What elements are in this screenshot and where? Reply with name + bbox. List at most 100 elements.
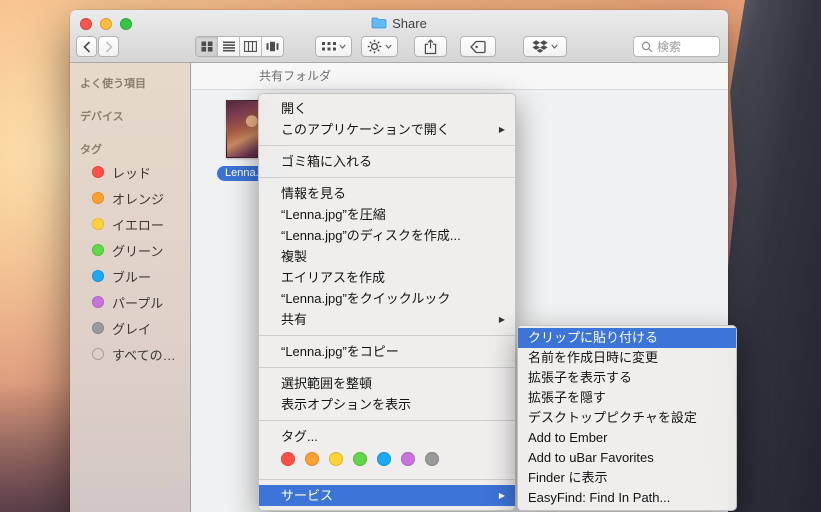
chevron-right-icon	[105, 40, 113, 53]
menu-tag-dot-red[interactable]	[281, 452, 295, 466]
menu-tag-dot-yellow[interactable]	[329, 452, 343, 466]
submenu-item-add-to-ember[interactable]: Add to Ember	[518, 428, 736, 448]
list-view-icon	[222, 41, 235, 52]
sidebar-item-tag-gray[interactable]: グレイ	[70, 315, 190, 341]
sidebar-item-tag-yellow[interactable]: イエロー	[70, 211, 190, 237]
menu-tag-dot-gray[interactable]	[425, 452, 439, 466]
share-button[interactable]	[414, 36, 447, 57]
sidebar-header-devices: デバイス	[80, 111, 124, 123]
context-menu: 開く このアプリケーションで開く ゴミ箱に入れる 情報を見る “Lenna.jp…	[258, 93, 516, 511]
menu-separator	[259, 367, 515, 368]
folder-icon	[371, 17, 387, 29]
sidebar-item-tag-red[interactable]: レッド	[70, 159, 190, 185]
menu-item-share[interactable]: 共有	[259, 309, 515, 330]
chevron-down-icon	[338, 44, 346, 49]
menu-item-burn-disc[interactable]: “Lenna.jpg”のディスクを作成...	[259, 225, 515, 246]
menu-separator	[259, 145, 515, 146]
menu-item-show-view-options[interactable]: 表示オプションを表示	[259, 394, 515, 415]
tag-label: パープル	[112, 295, 164, 311]
window-title-area: Share	[70, 15, 728, 31]
tag-label: すべての…	[112, 347, 176, 363]
submenu-item-set-desktop-picture[interactable]: デスクトップピクチャを設定	[518, 408, 736, 428]
sidebar-header-tags: タグ	[80, 144, 102, 156]
tag-dot-gray-icon	[92, 322, 104, 334]
window-title: Share	[392, 15, 427, 31]
menu-tag-dot-orange[interactable]	[305, 452, 319, 466]
tag-dot-all-icon	[92, 348, 104, 360]
share-icon	[424, 38, 437, 54]
window-chrome: Share	[70, 10, 728, 63]
menu-separator	[259, 420, 515, 421]
menu-tag-dots	[259, 447, 515, 474]
content-header: 共有フォルダ	[192, 63, 728, 90]
chevron-left-icon	[82, 40, 90, 53]
back-button[interactable]	[76, 36, 97, 57]
coverflow-view-icon	[266, 41, 279, 52]
view-switcher	[195, 36, 284, 57]
menu-item-services[interactable]: サービス	[259, 485, 515, 506]
menu-item-clean-up-selection[interactable]: 選択範囲を整頓	[259, 373, 515, 394]
menu-item-get-info[interactable]: 情報を見る	[259, 183, 515, 204]
chevron-down-icon	[551, 44, 558, 49]
tag-dot-orange-icon	[92, 192, 104, 204]
search-field[interactable]	[633, 36, 720, 57]
chevron-down-icon	[385, 44, 392, 49]
submenu-item-show-in-finder[interactable]: Finder に表示	[518, 468, 736, 488]
dropbox-button[interactable]	[523, 36, 567, 57]
tag-dot-green-icon	[92, 244, 104, 256]
tag-dot-yellow-icon	[92, 218, 104, 230]
submenu-item-show-extension[interactable]: 拡張子を表示する	[518, 368, 736, 388]
menu-tag-dot-green[interactable]	[353, 452, 367, 466]
tag-label: オレンジ	[112, 191, 165, 207]
tag-label: グレイ	[112, 321, 152, 337]
menu-item-open[interactable]: 開く	[259, 98, 515, 119]
services-submenu: クリップに貼り付ける 名前を作成日時に変更 拡張子を表示する 拡張子を隠す デス…	[517, 325, 737, 511]
menu-separator	[259, 335, 515, 336]
menu-item-compress[interactable]: “Lenna.jpg”を圧縮	[259, 204, 515, 225]
submenu-item-rename-to-creation-date[interactable]: 名前を作成日時に変更	[518, 348, 736, 368]
dropbox-icon	[532, 39, 548, 53]
menu-item-open-with[interactable]: このアプリケーションで開く	[259, 119, 515, 140]
view-coverflow-button[interactable]	[262, 37, 283, 56]
grid-view-icon	[201, 41, 212, 52]
menu-separator	[259, 479, 515, 480]
menu-item-move-to-trash[interactable]: ゴミ箱に入れる	[259, 151, 515, 172]
tag-label: ブルー	[112, 269, 152, 285]
submenu-item-easyfind[interactable]: EasyFind: Find In Path...	[518, 488, 736, 508]
menu-item-tags[interactable]: タグ...	[259, 426, 515, 447]
tag-dot-purple-icon	[92, 296, 104, 308]
search-input[interactable]	[634, 37, 719, 56]
arrange-button[interactable]	[315, 36, 352, 57]
menu-tag-dot-purple[interactable]	[401, 452, 415, 466]
tag-label: グリーン	[112, 243, 164, 259]
menu-tag-dot-blue[interactable]	[377, 452, 391, 466]
menu-item-make-alias[interactable]: エイリアスを作成	[259, 267, 515, 288]
tag-dot-red-icon	[92, 166, 104, 178]
sidebar-item-all-tags[interactable]: すべての…	[70, 341, 190, 367]
tag-icon	[470, 40, 486, 53]
menu-item-copy[interactable]: “Lenna.jpg”をコピー	[259, 341, 515, 362]
sidebar-item-tag-orange[interactable]: オレンジ	[70, 185, 190, 211]
submenu-item-add-to-ubar-favorites[interactable]: Add to uBar Favorites	[518, 448, 736, 468]
submenu-item-hide-extension[interactable]: 拡張子を隠す	[518, 388, 736, 408]
forward-button[interactable]	[98, 36, 119, 57]
submenu-item-paste-to-clip[interactable]: クリップに貼り付ける	[518, 328, 736, 348]
sidebar-item-tag-blue[interactable]: ブルー	[70, 263, 190, 289]
view-icons-button[interactable]	[196, 37, 218, 56]
tag-label: イエロー	[112, 217, 164, 233]
menu-item-duplicate[interactable]: 複製	[259, 246, 515, 267]
arrange-icon	[321, 42, 336, 51]
sidebar-header-favorites: よく使う項目	[80, 78, 146, 90]
view-columns-button[interactable]	[240, 37, 262, 56]
tag-button[interactable]	[460, 36, 496, 57]
menu-item-quick-look[interactable]: “Lenna.jpg”をクイックルック	[259, 288, 515, 309]
view-list-button[interactable]	[218, 37, 240, 56]
columns-view-icon	[244, 41, 257, 52]
menu-separator	[259, 177, 515, 178]
action-button[interactable]	[361, 36, 398, 57]
sidebar: よく使う項目 デバイス タグ レッド オレンジ イエロー グリーン ブルー パー…	[70, 63, 191, 512]
sidebar-item-tag-purple[interactable]: パープル	[70, 289, 190, 315]
tag-dot-blue-icon	[92, 270, 104, 282]
sidebar-item-tag-green[interactable]: グリーン	[70, 237, 190, 263]
gear-icon	[367, 39, 382, 54]
